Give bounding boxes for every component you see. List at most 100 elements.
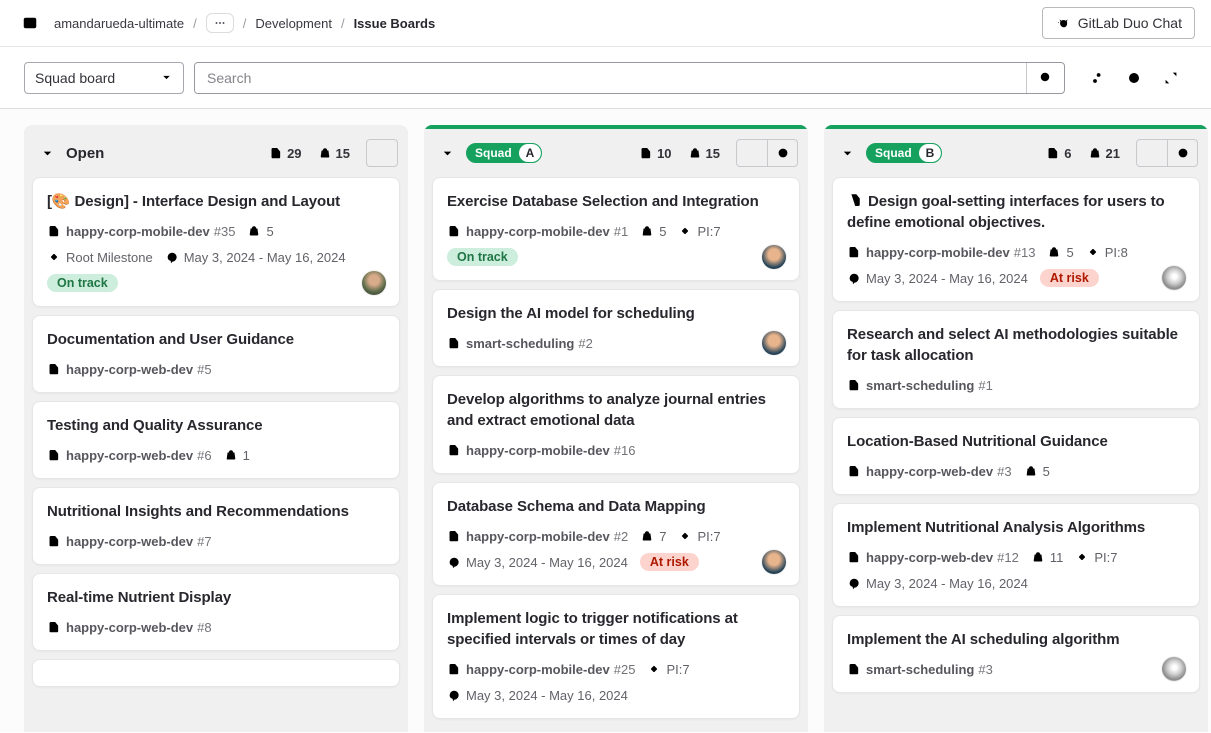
issue-title[interactable]: Location-Based Nutritional Guidance bbox=[847, 431, 1185, 452]
issue-card[interactable]: Implement the AI scheduling algorithm sm… bbox=[832, 615, 1200, 693]
filter-settings-button[interactable] bbox=[1081, 62, 1113, 94]
label-value: A bbox=[519, 144, 542, 162]
card-meta-row: happy-corp-web-dev#35 bbox=[847, 461, 1185, 481]
card-meta-row: happy-corp-web-dev#7 bbox=[47, 531, 385, 551]
issue-title[interactable]: Implement Nutritional Analysis Algorithm… bbox=[847, 517, 1185, 538]
sidebar-icon bbox=[22, 15, 38, 31]
breadcrumb-project[interactable]: Development bbox=[255, 16, 332, 31]
issue-icon bbox=[847, 550, 861, 564]
issue-card-partial[interactable] bbox=[32, 659, 400, 687]
add-issue-button[interactable] bbox=[367, 140, 397, 166]
iteration-icon bbox=[847, 271, 861, 285]
issue-title[interactable]: Design goal-setting interfaces for users… bbox=[847, 191, 1185, 233]
issue-title[interactable]: Design the AI model for scheduling bbox=[447, 303, 785, 324]
chevron-down-icon bbox=[40, 146, 55, 161]
project-path: happy-corp-mobile-dev bbox=[466, 662, 610, 677]
fullscreen-button[interactable] bbox=[1155, 62, 1187, 94]
issue-card[interactable]: Implement logic to trigger notifications… bbox=[432, 594, 800, 719]
project-path: smart-scheduling bbox=[466, 336, 574, 351]
search-input[interactable] bbox=[195, 63, 1026, 93]
avatar[interactable] bbox=[762, 245, 786, 269]
issue-weight: 11 bbox=[1031, 550, 1064, 565]
issue-reference: happy-corp-web-dev#5 bbox=[47, 362, 212, 377]
avatar[interactable] bbox=[1162, 657, 1186, 681]
sidebar-toggle-button[interactable] bbox=[16, 9, 44, 37]
iteration-value: May 3, 2024 - May 16, 2024 bbox=[866, 576, 1028, 591]
column-collapse-button[interactable] bbox=[836, 142, 858, 164]
issue-card[interactable]: Exercise Database Selection and Integrat… bbox=[432, 177, 800, 281]
chevron-down-icon bbox=[840, 146, 855, 161]
issue-iteration: May 3, 2024 - May 16, 2024 bbox=[447, 688, 628, 703]
iteration-icon bbox=[847, 576, 861, 590]
issue-title[interactable]: Documentation and User Guidance bbox=[47, 329, 385, 350]
duo-chat-button[interactable]: GitLab Duo Chat bbox=[1042, 7, 1195, 39]
expand-icon bbox=[1163, 70, 1179, 86]
iteration-icon bbox=[447, 688, 461, 702]
issue-title[interactable]: Real-time Nutrient Display bbox=[47, 587, 385, 608]
issue-card[interactable]: Design the AI model for scheduling smart… bbox=[432, 289, 800, 367]
issue-card[interactable]: Testing and Quality Assurance happy-corp… bbox=[32, 401, 400, 479]
issue-icon bbox=[847, 245, 861, 259]
add-issue-button[interactable] bbox=[737, 140, 767, 166]
card-list: Design goal-setting interfaces for users… bbox=[824, 175, 1208, 732]
issue-title[interactable]: Database Schema and Data Mapping bbox=[447, 496, 785, 517]
board-select-value: Squad board bbox=[35, 70, 115, 86]
label-value: B bbox=[919, 144, 942, 162]
column-collapse-button[interactable] bbox=[436, 142, 458, 164]
column-collapse-button[interactable] bbox=[36, 142, 58, 164]
issue-milestone: Root Milestone bbox=[47, 250, 153, 265]
column-scoped-label[interactable]: SquadB bbox=[866, 143, 942, 163]
column-settings-button[interactable] bbox=[767, 140, 797, 166]
issue-icon bbox=[47, 620, 61, 634]
issue-number: #13 bbox=[1014, 245, 1036, 260]
card-meta-row: happy-corp-web-dev#5 bbox=[47, 359, 385, 379]
issue-card[interactable]: Implement Nutritional Analysis Algorithm… bbox=[832, 503, 1200, 607]
issue-card[interactable]: Nutritional Insights and Recommendations… bbox=[32, 487, 400, 565]
issue-card[interactable]: Research and select AI methodologies sui… bbox=[832, 310, 1200, 409]
status-badge: On track bbox=[47, 274, 118, 292]
issue-card[interactable]: Design goal-setting interfaces for users… bbox=[832, 177, 1200, 302]
issue-card[interactable]: Develop algorithms to analyze journal en… bbox=[432, 375, 800, 474]
card-meta-row: smart-scheduling#1 bbox=[847, 375, 1185, 395]
issue-title[interactable]: Exercise Database Selection and Integrat… bbox=[447, 191, 785, 212]
column-actions bbox=[366, 139, 398, 167]
issue-title[interactable]: Nutritional Insights and Recommendations bbox=[47, 501, 385, 522]
issue-icon bbox=[447, 529, 461, 543]
issue-title[interactable]: [🎨 Design] - Interface Design and Layout bbox=[47, 191, 385, 212]
breadcrumb-current: Issue Boards bbox=[354, 16, 436, 31]
breadcrumb-group[interactable]: amandarueda-ultimate bbox=[54, 16, 184, 31]
issue-title[interactable]: Testing and Quality Assurance bbox=[47, 415, 385, 436]
column-settings-button[interactable] bbox=[1167, 140, 1197, 166]
avatar[interactable] bbox=[762, 550, 786, 574]
column-header: SquadB 6 21 bbox=[824, 129, 1208, 175]
issue-card[interactable]: Documentation and User Guidance happy-co… bbox=[32, 315, 400, 393]
column-header: Open 29 15 bbox=[24, 129, 408, 175]
card-meta-row: happy-corp-web-dev#61 bbox=[47, 445, 385, 465]
issue-title[interactable]: Develop algorithms to analyze journal en… bbox=[447, 389, 785, 431]
issue-card[interactable]: Real-time Nutrient Display happy-corp-we… bbox=[32, 573, 400, 651]
avatar[interactable] bbox=[362, 271, 386, 295]
column-issue-count: 6 bbox=[1046, 146, 1071, 161]
issue-reference: smart-scheduling#3 bbox=[847, 662, 993, 677]
column-scoped-label[interactable]: SquadA bbox=[466, 143, 542, 163]
weight-value: 5 bbox=[1066, 245, 1073, 260]
breadcrumb-separator: / bbox=[193, 16, 197, 31]
issue-card[interactable]: [🎨 Design] - Interface Design and Layout… bbox=[32, 177, 400, 307]
issue-title[interactable]: Implement the AI scheduling algorithm bbox=[847, 629, 1185, 650]
breadcrumb-ellipsis-button[interactable] bbox=[206, 13, 234, 33]
milestone-icon bbox=[1086, 245, 1100, 259]
issue-card[interactable]: Location-Based Nutritional Guidance happ… bbox=[832, 417, 1200, 495]
avatar[interactable] bbox=[1162, 266, 1186, 290]
add-issue-button[interactable] bbox=[1137, 140, 1167, 166]
issue-icon bbox=[847, 464, 861, 478]
search-button[interactable] bbox=[1026, 63, 1064, 93]
board-column: SquadA 10 15 Exercise Database Selection… bbox=[424, 125, 808, 732]
issue-card[interactable]: Database Schema and Data Mapping happy-c… bbox=[432, 482, 800, 586]
issue-title[interactable]: Implement logic to trigger notifications… bbox=[447, 608, 785, 650]
avatar[interactable] bbox=[762, 331, 786, 355]
issue-title[interactable]: Research and select AI methodologies sui… bbox=[847, 324, 1185, 366]
board-config-button[interactable] bbox=[1118, 62, 1150, 94]
board-select-dropdown[interactable]: Squad board bbox=[24, 62, 184, 94]
issue-icon bbox=[847, 662, 861, 676]
issue-number: #2 bbox=[578, 336, 592, 351]
